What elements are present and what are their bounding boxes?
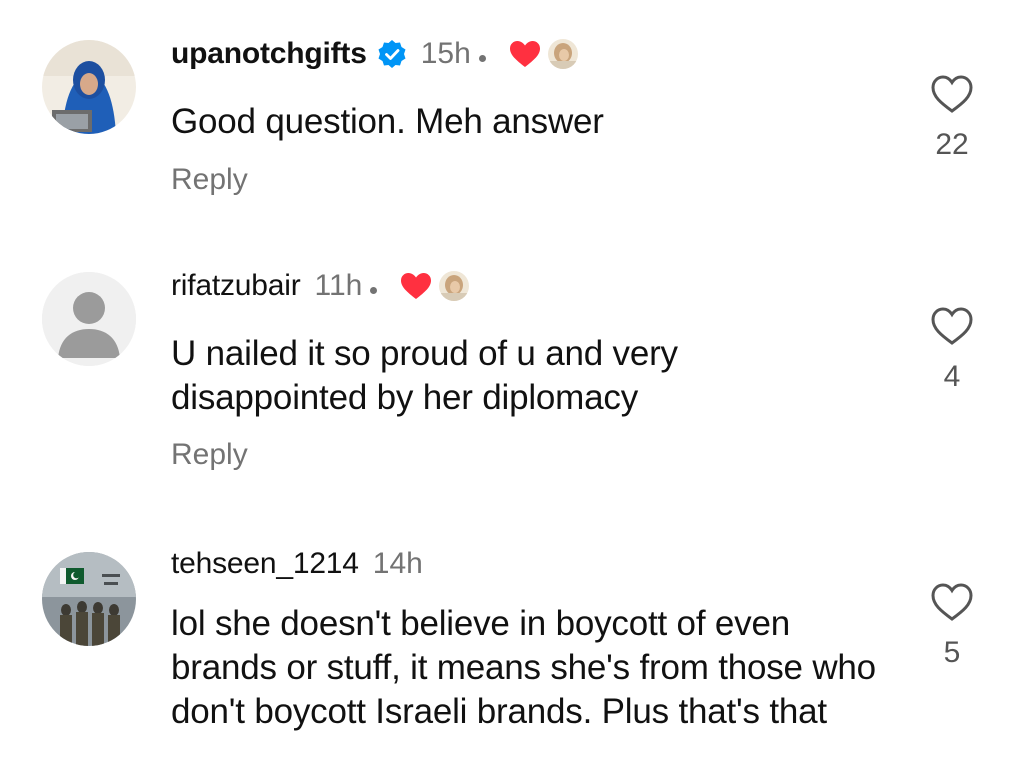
comment-time: 14h — [372, 547, 423, 580]
comment-header: tehseen_1214 14h — [171, 544, 423, 584]
like-heart-icon[interactable] — [930, 306, 974, 346]
comment-item: upanotchgifts 15h Good question. Meh ans… — [0, 0, 1024, 230]
username[interactable]: tehseen_1214 — [171, 547, 359, 581]
comment-header: rifatzubair 11h — [171, 266, 470, 306]
reply-button[interactable]: Reply — [171, 438, 248, 472]
soldiers-flag-photo-icon — [42, 552, 136, 646]
comment-text: U nailed it so proud of u and very disap… — [171, 334, 678, 417]
avatar[interactable] — [42, 40, 136, 134]
user-photo-icon — [42, 40, 136, 134]
like-control: 22 — [920, 74, 984, 162]
comment-header: upanotchgifts 15h — [171, 34, 578, 74]
like-count: 5 — [943, 636, 961, 669]
avatar[interactable] — [42, 272, 136, 366]
avatar[interactable] — [42, 552, 136, 646]
separator-dot — [478, 54, 486, 62]
username[interactable]: upanotchgifts — [171, 37, 367, 71]
verified-badge-icon — [377, 39, 407, 69]
heart-filled-icon — [401, 273, 432, 299]
liked-by-creator — [508, 39, 578, 69]
comment-text: Good question. Meh answer — [171, 102, 604, 141]
comments-list: upanotchgifts 15h Good question. Meh ans… — [0, 0, 1024, 781]
username[interactable]: rifatzubair — [171, 269, 301, 303]
like-heart-icon[interactable] — [930, 74, 974, 114]
like-control: 4 — [920, 306, 984, 394]
default-user-icon — [42, 272, 136, 366]
heart-filled-icon — [509, 41, 540, 67]
like-count: 22 — [935, 128, 969, 161]
creator-avatar — [439, 271, 470, 301]
comment-time: 11h — [314, 269, 363, 302]
like-control: 5 — [920, 582, 984, 670]
creator-avatar — [547, 39, 578, 69]
like-count: 4 — [943, 360, 961, 393]
comment-item: tehseen_1214 14h lol she doesn't believe… — [0, 510, 1024, 781]
liked-by-creator — [399, 271, 470, 301]
comment-text: lol she doesn't believe in boycott of ev… — [171, 604, 876, 731]
comment-time: 15h — [420, 37, 471, 70]
reply-button[interactable]: Reply — [171, 163, 248, 197]
comment-item: rifatzubair 11h U nailed it so proud of … — [0, 230, 1024, 510]
separator-dot — [370, 286, 378, 294]
like-heart-icon[interactable] — [930, 582, 974, 622]
